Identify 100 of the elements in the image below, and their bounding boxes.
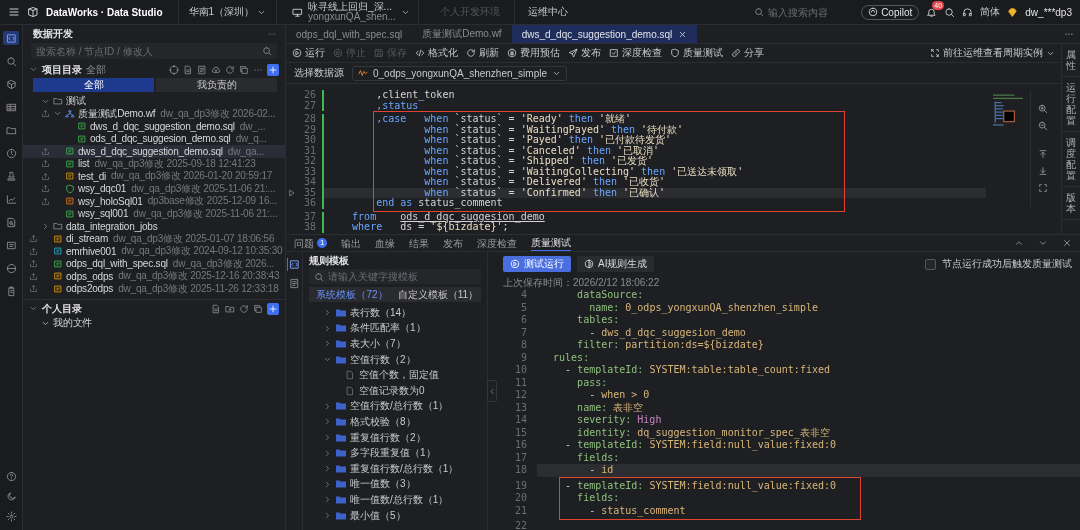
editor-tab[interactable]: odps_dql_with_spec.sql [286, 25, 413, 43]
region-selector[interactable]: 华南1（深圳） [177, 0, 278, 24]
template-item[interactable]: 表大小（7） [309, 336, 481, 352]
to-top-icon[interactable] [1038, 149, 1048, 159]
help-icon[interactable] [5, 471, 17, 482]
action-button[interactable]: 测试运行 [503, 256, 571, 272]
caret-icon[interactable] [41, 221, 50, 231]
view-button[interactable] [287, 258, 301, 271]
action-button[interactable]: AI规则生成 [577, 256, 655, 272]
user-name[interactable]: dw_***dp3 [1025, 6, 1072, 18]
folder-plus-icon[interactable] [225, 303, 235, 314]
toolbar-button[interactable]: 深度检查 [609, 46, 662, 60]
caret-icon[interactable] [29, 304, 38, 313]
nav-button[interactable] [3, 31, 19, 45]
headset-icon[interactable] [962, 6, 974, 18]
panel-tab[interactable]: 问题 1 [294, 235, 328, 251]
side-tab[interactable]: 版本 [1062, 187, 1080, 220]
menu-icon[interactable] [8, 6, 20, 18]
tree-item[interactable]: wsy_holoSql01 dp3base修改 2025-12-09 16... [23, 195, 285, 208]
scope-label[interactable]: 全部 [86, 62, 106, 77]
caret-icon[interactable] [323, 464, 332, 474]
refresh-icon[interactable] [239, 303, 249, 314]
template-item[interactable]: 空值行数/总行数（1） [309, 398, 481, 415]
tree-item[interactable]: 质量测试Demo.wf dw_qa_dp3修改 2026-02... [23, 107, 285, 120]
template-tab[interactable]: 系统模板（72） [309, 287, 395, 302]
close-icon[interactable] [678, 29, 688, 39]
side-tab[interactable]: 运行配置 [1062, 77, 1080, 132]
tree-item[interactable]: 我的文件 [23, 317, 285, 330]
panel-tab[interactable]: 深度检查 [477, 235, 518, 251]
panel-tab[interactable]: 结果 [409, 235, 430, 251]
template-item[interactable]: 空值记录数为0 [309, 382, 481, 399]
crosshair-icon[interactable] [169, 64, 179, 75]
caret-icon[interactable] [323, 511, 332, 520]
template-item[interactable]: 条件匹配率（1） [309, 320, 481, 337]
tree-item[interactable]: data_integration_jobs [23, 220, 285, 233]
tree-item[interactable]: dws_d_dqc_suggestion_demo.sql dw_qa... [23, 145, 285, 158]
close-icon[interactable] [1062, 238, 1072, 248]
template-item[interactable]: 重复值行数（2） [309, 429, 481, 446]
to-bottom-icon[interactable] [1038, 166, 1048, 176]
tree-item[interactable]: dws_d_dqc_suggestion_demo.sql dw_... [23, 120, 285, 133]
doc-icon[interactable] [211, 303, 221, 314]
global-search-field[interactable]: 输入搜索内容 [754, 6, 855, 18]
template-item[interactable]: 唯一值数（3） [309, 476, 481, 493]
add-button[interactable] [267, 302, 279, 315]
tree-item[interactable]: ods_d_dqc_suggesion_demo.sql dw_q... [23, 132, 285, 145]
tree-item[interactable]: list dw_qa_dp3修改 2025-09-18 12:41:23 [23, 157, 285, 170]
caret-icon[interactable] [323, 417, 332, 427]
toolbar-button[interactable]: 发布 [568, 46, 601, 60]
editor-tab[interactable]: 质量测试Demo.wf [412, 25, 512, 43]
tree-item[interactable]: emrhive001 dw_qa_dp3修改 2024-09-12 10:35:30 [23, 245, 285, 258]
tree-item[interactable]: odps_odps dw_qa_dp3修改 2025-12-16 20:38:43 [23, 270, 285, 283]
template-item[interactable]: 空值行数（2） [309, 351, 481, 368]
checkbox[interactable] [925, 258, 936, 270]
caret-icon[interactable] [323, 448, 332, 458]
template-item[interactable]: 格式校验（8） [309, 414, 481, 430]
template-item[interactable]: 多字段重复值（1） [309, 445, 481, 461]
collapse-icon[interactable] [253, 303, 263, 314]
template-tab[interactable]: 自定义模板（11） [395, 287, 481, 302]
add-button[interactable] [267, 63, 279, 76]
tree-item[interactable]: 测试 [23, 95, 285, 108]
caret-icon[interactable] [323, 401, 332, 411]
refresh-icon[interactable] [225, 64, 235, 75]
toolbar-button[interactable]: 质量测试 [670, 46, 723, 60]
template-item[interactable]: 空值个数，固定值 [309, 367, 481, 383]
sidebar-search-field[interactable]: 搜索名称 / 节点ID / 修改人 [31, 43, 277, 59]
operations-link[interactable]: 前往运维查看周期实例 [930, 46, 1055, 60]
panel-tab[interactable]: 质量测试 [531, 235, 572, 251]
caret-icon[interactable] [1038, 238, 1048, 248]
doc-list-icon[interactable] [197, 64, 207, 75]
caret-icon[interactable] [323, 479, 332, 489]
editor-tab[interactable]: dws_d_dqc_suggestion_demo.sql [511, 25, 698, 43]
collapse-icon[interactable] [239, 64, 249, 75]
toolbar-button[interactable]: 刷新 [466, 46, 499, 60]
template-item[interactable]: 表行数（14） [309, 305, 481, 321]
toolbar-button[interactable]: 运行 [292, 46, 325, 60]
settings-icon[interactable] [5, 511, 17, 522]
toolbar-button[interactable]: 分享 [731, 46, 764, 60]
tree-item[interactable]: wsy_sql001 dw_qa_dp3修改 2025-11-06 21:... [23, 207, 285, 220]
template-item[interactable]: 重复值行数/总行数（1） [309, 460, 481, 477]
side-tab[interactable]: 属性 [1062, 44, 1080, 77]
operations-center-link[interactable]: 运维中心 [521, 5, 574, 19]
caret-icon[interactable] [323, 308, 332, 318]
checkbox-label[interactable]: 节点运行成功后触发质量测试 [942, 257, 1072, 271]
datasource-select[interactable]: 0_odps_yongxunQA_shenzhen_simple [352, 65, 567, 81]
collapse-handle[interactable] [487, 380, 497, 402]
search-icon[interactable] [944, 6, 956, 18]
bell-icon[interactable] [926, 6, 938, 18]
template-item[interactable]: 唯一值数/总行数（1） [309, 492, 481, 508]
tree-item[interactable]: test_di dw_qa_dp3修改 2026-01-20 20:59:17 [23, 170, 285, 183]
run-line-icon[interactable] [288, 188, 296, 197]
side-tab[interactable]: 调度配置 [1062, 132, 1080, 187]
caret-icon[interactable] [323, 495, 332, 505]
filter-tab[interactable]: 我负责的 [156, 78, 277, 92]
zoom-in-icon[interactable] [1038, 104, 1048, 114]
template-item[interactable]: 最小值（5） [309, 507, 481, 524]
fit-icon[interactable] [1038, 183, 1048, 193]
cloud-icon[interactable] [211, 64, 221, 75]
caret-icon[interactable] [1014, 238, 1024, 248]
caret-icon[interactable] [323, 323, 332, 333]
caret-icon[interactable] [323, 433, 332, 443]
